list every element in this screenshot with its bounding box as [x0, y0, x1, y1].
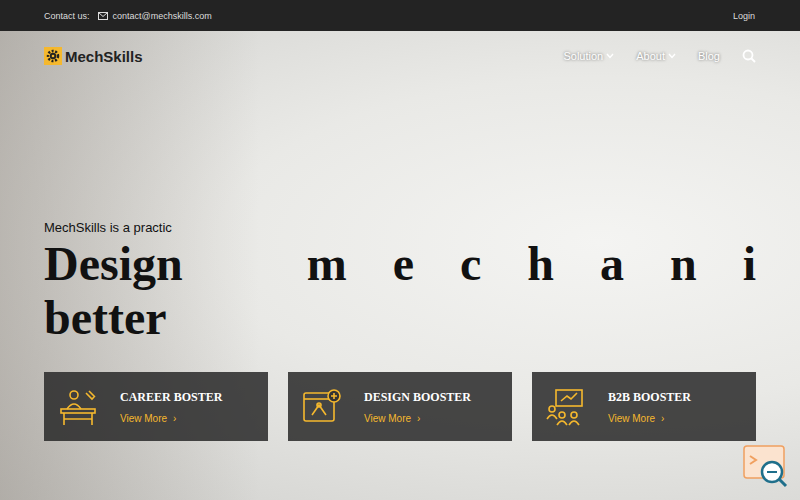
- chevron-down-icon: [668, 53, 676, 59]
- animated-letter: n: [670, 237, 697, 291]
- card-body: DESIGN BOOSTER View More ›: [364, 390, 471, 424]
- gear-icon: [44, 47, 62, 65]
- card-title: CAREER BOSTER: [120, 390, 222, 405]
- nav-label: Blog: [698, 50, 720, 62]
- card-title: B2B BOOSTER: [608, 390, 691, 405]
- card-title: DESIGN BOOSTER: [364, 390, 471, 405]
- feature-card[interactable]: B2B BOOSTER View More ›: [532, 372, 756, 441]
- animated-letter: m: [307, 237, 347, 291]
- card-body: B2B BOOSTER View More ›: [608, 390, 691, 424]
- nav-label: About: [636, 50, 665, 62]
- arrow-icon: ›: [417, 413, 420, 424]
- hero-subtitle: MechSkills is a practic: [44, 220, 756, 235]
- animated-letter: e: [393, 237, 414, 291]
- hero: MechSkills Solution About Blog MechSkills is…: [0, 31, 800, 500]
- view-more-text: View More: [364, 413, 411, 424]
- cards: CAREER BOSTER View More › DESIGN BOOSTER Vie…: [44, 372, 756, 441]
- nav-item[interactable]: About: [636, 50, 676, 62]
- view-more-text: View More: [120, 413, 167, 424]
- arrow-icon: ›: [173, 413, 176, 424]
- chevron-down-icon: [606, 53, 614, 59]
- animated-letter: h: [527, 237, 554, 291]
- view-more-link[interactable]: View More ›: [608, 413, 691, 424]
- view-more-link[interactable]: View More ›: [364, 413, 471, 424]
- hero-title: Design better mechani: [44, 237, 756, 345]
- hero-title-text: Design better: [44, 237, 281, 345]
- header: MechSkills Solution About Blog: [44, 31, 756, 71]
- nav-label: Solution: [563, 50, 603, 62]
- nav-item[interactable]: Blog: [698, 50, 720, 62]
- feature-card[interactable]: DESIGN BOOSTER View More ›: [288, 372, 512, 441]
- search-icon[interactable]: [742, 49, 756, 63]
- animated-letter: c: [460, 237, 481, 291]
- contact-label: Contact us:: [44, 11, 90, 21]
- contact: Contact us: contact@mechskills.com: [44, 11, 212, 21]
- top-bar: Contact us: contact@mechskills.com Login: [0, 0, 800, 31]
- email-link[interactable]: contact@mechskills.com: [98, 11, 212, 21]
- arrow-icon: ›: [661, 413, 664, 424]
- team-presentation-icon: [546, 387, 586, 427]
- animated-letter: a: [600, 237, 624, 291]
- student-desk-icon: [58, 387, 98, 427]
- card-body: CAREER BOSTER View More ›: [120, 390, 222, 424]
- chat-search-icon[interactable]: [742, 444, 790, 488]
- nav: Solution About Blog: [563, 49, 756, 63]
- login-link[interactable]: Login: [733, 11, 755, 21]
- email[interactable]: contact@mechskills.com: [113, 11, 212, 21]
- feature-card[interactable]: CAREER BOSTER View More ›: [44, 372, 268, 441]
- view-more-link[interactable]: View More ›: [120, 413, 222, 424]
- logo[interactable]: MechSkills: [44, 47, 143, 65]
- design-screen-icon: [302, 387, 342, 427]
- nav-item[interactable]: Solution: [563, 50, 614, 62]
- logo-text: MechSkills: [65, 48, 143, 65]
- animated-letters: mechani: [307, 237, 756, 291]
- mail-icon: [98, 12, 108, 20]
- animated-letter: i: [743, 237, 756, 291]
- view-more-text: View More: [608, 413, 655, 424]
